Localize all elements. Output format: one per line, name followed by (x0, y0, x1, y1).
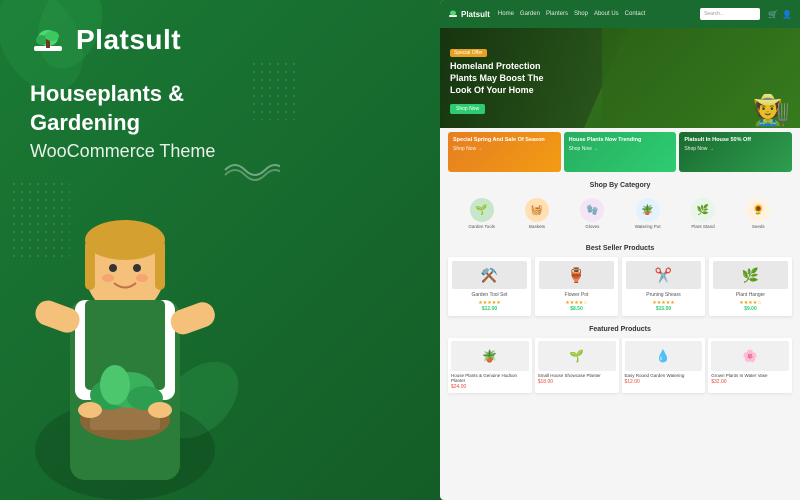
website-header: Platsult Home Garden Planters Shop About… (440, 0, 800, 28)
featured-3-price: $12.00 (625, 379, 703, 385)
category-plantstand[interactable]: 🌿 Plant Stand (677, 198, 728, 229)
cat-icon-baskets: 🧺 (525, 198, 549, 222)
right-panel: Platsult Home Garden Planters Shop About… (440, 0, 800, 500)
hero-image-bg: 🧑‍🌾 (602, 28, 800, 128)
promo-2-btn[interactable]: Shop Now → (569, 146, 672, 152)
category-list: 🌱 Garden Tools 🧺 Baskets 🧤 Gloves 🪴 Wate… (448, 194, 792, 233)
product-4[interactable]: 🌿 Plant Hanger ★★★★☆ $9.00 (709, 257, 792, 316)
website-search[interactable]: Search... (700, 8, 760, 20)
category-title: Shop By Category (448, 182, 792, 189)
nav-garden: Garden (520, 11, 540, 17)
search-placeholder: Search... (704, 11, 724, 17)
brand-name: Platsult (76, 24, 181, 56)
hero-section: 🧑‍🌾 Special Offer Homeland Protection Pl… (440, 28, 800, 128)
promo-1-btn[interactable]: Shop Now → (453, 146, 556, 152)
left-panel: Platsult Houseplants & Gardening WooComm… (0, 0, 450, 500)
product-4-name: Plant Hanger (713, 292, 788, 298)
hero-gardener: 🧑‍🌾 (753, 93, 790, 128)
products-grid: ⚒️ Garden Tool Set ★★★★★ $12.00 🏺 Flower… (448, 257, 792, 316)
cat-icon-gloves: 🧤 (580, 198, 604, 222)
category-section: Shop By Category 🌱 Garden Tools 🧺 Basket… (440, 176, 800, 239)
promo-1-title: Special Spring And Sale Of Season (453, 137, 556, 144)
website-nav: Home Garden Planters Shop About Us Conta… (498, 11, 692, 17)
bestseller-section: Best Seller Products ⚒️ Garden Tool Set … (440, 239, 800, 322)
hero-title: Homeland Protection Plants May Boost The… (450, 61, 550, 96)
featured-2-name: Small House Showcase Planter (538, 373, 616, 378)
featured-1[interactable]: 🪴 House Plants & Genuine Hudson Planter … (448, 338, 532, 393)
product-4-price: $9.00 (713, 306, 788, 312)
hero-badge: Special Offer (450, 49, 487, 57)
promo-2-title: House Plants Now Trending (569, 137, 672, 144)
nav-contact: Contact (625, 11, 646, 17)
product-1-img: ⚒️ (452, 261, 527, 289)
featured-4[interactable]: 🌸 Grown Plants In Water Vase $32.00 (708, 338, 792, 393)
promo-1: Special Spring And Sale Of Season Shop N… (448, 132, 561, 172)
featured-1-img: 🪴 (451, 341, 529, 371)
cat-label-baskets: Baskets (511, 224, 562, 229)
featured-3[interactable]: 💧 Easy Round Garden Watering $12.00 (622, 338, 706, 393)
product-1-price: $12.00 (452, 306, 527, 312)
hero-cta-button[interactable]: Shop Now (450, 104, 485, 114)
featured-grid: 🪴 House Plants & Genuine Hudson Planter … (448, 338, 792, 393)
category-gloves[interactable]: 🧤 Gloves (567, 198, 618, 229)
product-3-img: ✂️ (626, 261, 701, 289)
nav-shop: Shop (574, 11, 588, 17)
featured-1-name: House Plants & Genuine Hudson Planter (451, 373, 529, 383)
featured-1-price: $24.00 (451, 384, 529, 390)
featured-4-name: Grown Plants In Water Vase (711, 373, 789, 378)
featured-3-name: Easy Round Garden Watering (625, 373, 703, 378)
featured-section: Featured Products 🪴 House Plants & Genui… (440, 322, 800, 397)
featured-2-img: 🌱 (538, 341, 616, 371)
bestseller-title: Best Seller Products (448, 245, 792, 252)
website-logo: Platsult (448, 9, 490, 19)
nav-planters: Planters (546, 11, 568, 17)
cat-label-seeds: Seeds (733, 224, 784, 229)
header-icons: 🛒 👤 (768, 10, 792, 19)
brand-logo (30, 22, 66, 58)
product-1-name: Garden Tool Set (452, 292, 527, 298)
category-seeds[interactable]: 🌻 Seeds (733, 198, 784, 229)
cat-icon-seeds: 🌻 (746, 198, 770, 222)
promo-3-title: Platsult In House 50% Off (684, 137, 787, 144)
brand-area: Platsult (30, 22, 181, 58)
hero-text: Special Offer Homeland Protection Plants… (450, 41, 550, 114)
person-illustration (20, 100, 230, 500)
category-watering[interactable]: 🪴 Watering Pot (622, 198, 673, 229)
cart-icon: 🛒 (768, 10, 778, 19)
product-2[interactable]: 🏺 Flower Pot ★★★★☆ $8.50 (535, 257, 618, 316)
product-2-price: $8.50 (539, 306, 614, 312)
category-baskets[interactable]: 🧺 Baskets (511, 198, 562, 229)
featured-2-price: $18.00 (538, 379, 616, 385)
cat-label-gloves: Gloves (567, 224, 618, 229)
featured-4-price: $32.00 (711, 379, 789, 385)
product-3-price: $15.00 (626, 306, 701, 312)
product-3[interactable]: ✂️ Pruning Shears ★★★★★ $15.00 (622, 257, 705, 316)
promo-strip: Special Spring And Sale Of Season Shop N… (440, 128, 800, 176)
cat-label-garden: Garden Tools (456, 224, 507, 229)
product-2-img: 🏺 (539, 261, 614, 289)
cat-icon-plantstand: 🌿 (691, 198, 715, 222)
site-logo-icon (448, 9, 458, 19)
user-icon: 👤 (782, 10, 792, 19)
featured-2[interactable]: 🌱 Small House Showcase Planter $18.00 (535, 338, 619, 393)
cat-icon-watering: 🪴 (636, 198, 660, 222)
product-1[interactable]: ⚒️ Garden Tool Set ★★★★★ $12.00 (448, 257, 531, 316)
cat-label-watering: Watering Pot (622, 224, 673, 229)
promo-3-btn[interactable]: Shop Now → (684, 146, 787, 152)
logo-icon (30, 22, 66, 58)
featured-3-img: 💧 (625, 341, 703, 371)
cat-icon-garden: 🌱 (470, 198, 494, 222)
featured-4-img: 🌸 (711, 341, 789, 371)
product-3-name: Pruning Shears (626, 292, 701, 298)
promo-2: House Plants Now Trending Shop Now → (564, 132, 677, 172)
promo-3: Platsult In House 50% Off Shop Now → (679, 132, 792, 172)
nav-about: About Us (594, 11, 619, 17)
nav-home: Home (498, 11, 514, 17)
category-garden-tools[interactable]: 🌱 Garden Tools (456, 198, 507, 229)
website-preview: Platsult Home Garden Planters Shop About… (440, 0, 800, 500)
featured-title: Featured Products (448, 326, 792, 333)
cat-label-plantstand: Plant Stand (677, 224, 728, 229)
product-2-name: Flower Pot (539, 292, 614, 298)
product-4-img: 🌿 (713, 261, 788, 289)
